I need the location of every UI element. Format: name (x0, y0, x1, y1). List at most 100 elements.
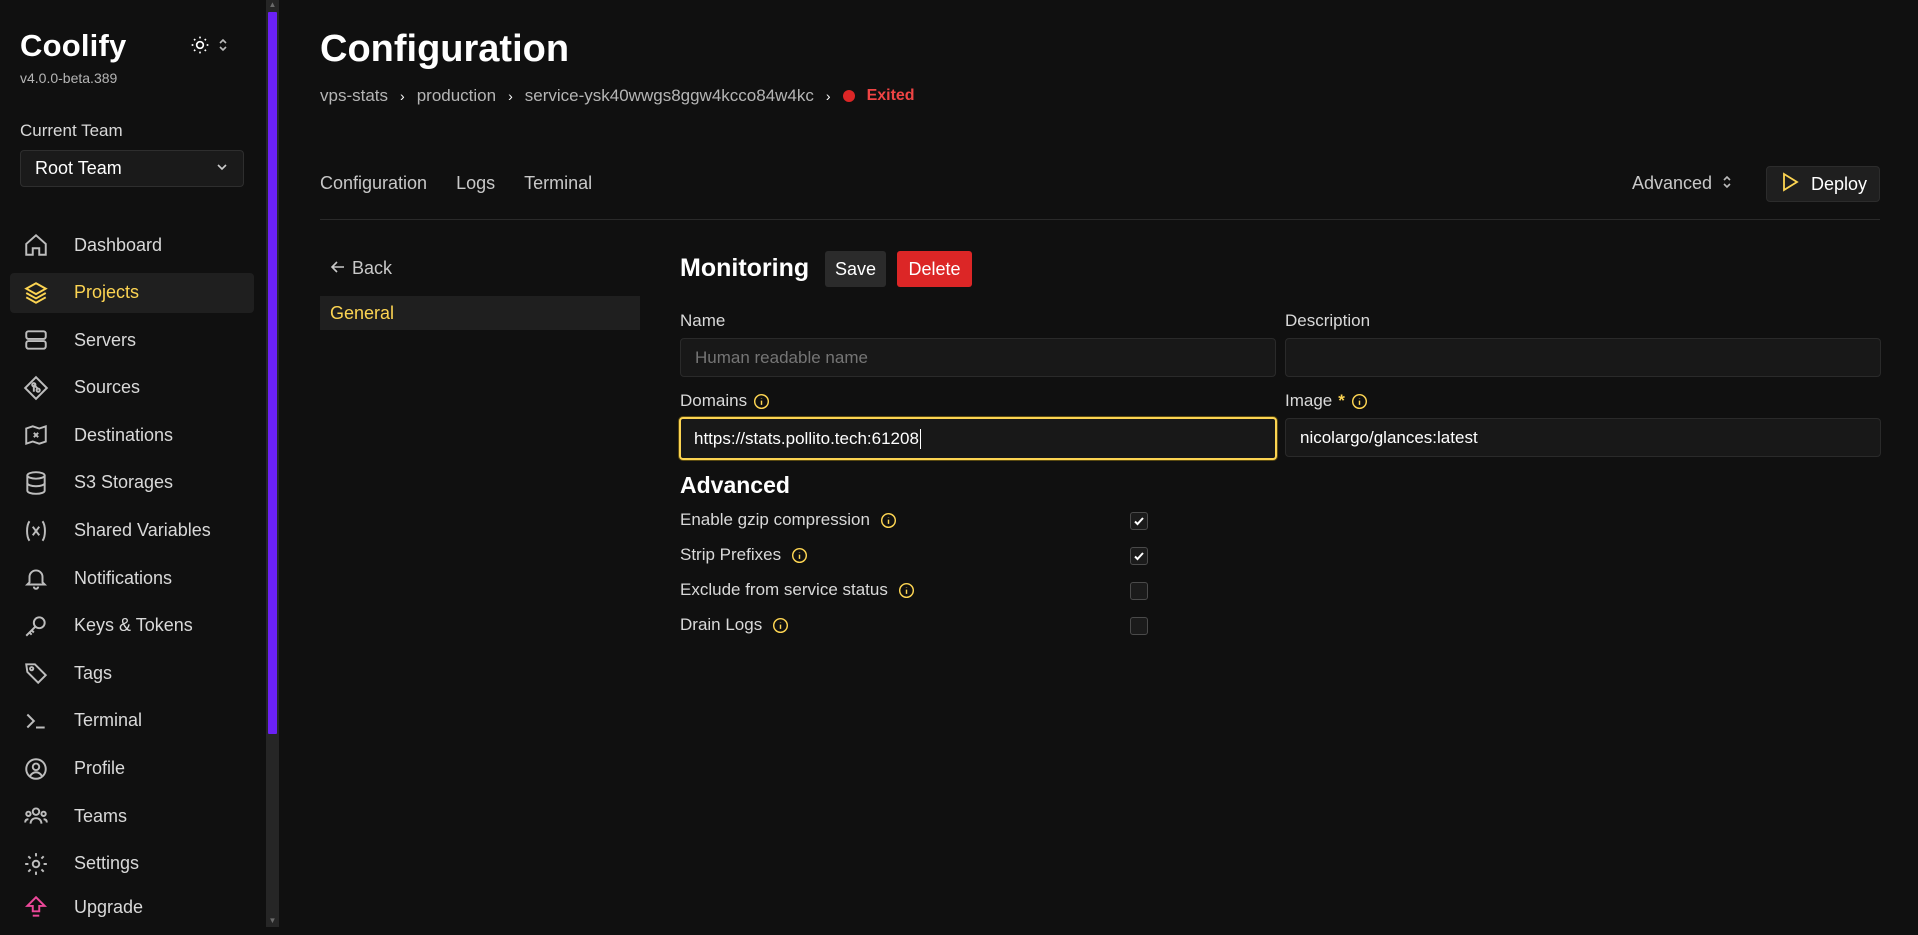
sidebar-item-upgrade[interactable]: Upgrade (10, 887, 254, 927)
sidebar-nav: Dashboard Projects Servers Sources Desti… (10, 225, 254, 935)
deploy-button[interactable]: Deploy (1766, 166, 1880, 202)
option-row-exclude-status: Exclude from service status (680, 580, 915, 600)
status-badge: Exited (842, 87, 915, 105)
deploy-label: Deploy (1811, 173, 1868, 194)
sidebar-item-keys-tokens[interactable]: Keys & Tokens (10, 606, 254, 646)
chevron-right-icon: › (508, 88, 513, 104)
breadcrumb-project[interactable]: vps-stats (320, 86, 388, 106)
chevron-updown-icon (1722, 173, 1732, 194)
sidebar-item-label: Projects (74, 282, 140, 303)
gear-icon (22, 850, 50, 878)
image-label-text: Image (1285, 391, 1333, 410)
advanced-dropdown[interactable]: Advanced (1632, 173, 1732, 194)
sidebar-scrollbar[interactable]: ▲ ▼ (266, 0, 279, 927)
sidebar-item-label: Tags (74, 662, 113, 683)
tab-terminal[interactable]: Terminal (524, 173, 592, 194)
sidebar-item-label: Shared Variables (74, 520, 211, 541)
strip-prefixes-checkbox[interactable] (1130, 547, 1148, 565)
sidebar-item-notifications[interactable]: Notifications (10, 558, 254, 598)
advanced-dropdown-label: Advanced (1632, 173, 1713, 193)
sidebar-item-label: Profile (74, 758, 126, 779)
sidebar-item-servers[interactable]: Servers (10, 320, 254, 360)
chevron-right-icon: › (400, 88, 405, 104)
sidebar-item-label: Upgrade (74, 896, 144, 917)
back-link[interactable]: Back (330, 258, 392, 279)
scroll-down-arrow[interactable]: ▼ (268, 917, 277, 925)
info-icon[interactable] (772, 617, 789, 634)
upgrade-icon (22, 893, 50, 921)
sidebar-item-projects[interactable]: Projects (10, 272, 254, 313)
info-icon[interactable] (1351, 393, 1368, 410)
exclude-status-checkbox[interactable] (1130, 582, 1148, 600)
breadcrumb: vps-stats › production › service-ysk40ww… (320, 86, 915, 106)
chevron-updown-icon (218, 38, 228, 57)
save-button[interactable]: Save (825, 251, 886, 287)
tab-bar: Configuration Logs Terminal (320, 173, 621, 194)
map-icon (22, 421, 50, 449)
scrollbar-thumb[interactable] (268, 12, 277, 734)
brand-logo-text[interactable]: Coolify (20, 28, 126, 64)
option-label: Strip Prefixes (680, 545, 782, 564)
status-text: Exited (866, 87, 915, 104)
current-team-label: Current Team (20, 121, 123, 140)
info-icon[interactable] (880, 512, 897, 529)
home-icon (22, 231, 50, 259)
domains-label-text: Domains (680, 391, 748, 410)
sidebar-item-label: Keys & Tokens (74, 615, 193, 636)
scroll-up-arrow[interactable]: ▲ (268, 1, 277, 9)
section-title: Monitoring (680, 254, 810, 282)
server-icon (22, 326, 50, 354)
git-icon (22, 374, 50, 402)
key-icon (22, 612, 50, 640)
sidebar-item-destinations[interactable]: Destinations (10, 415, 254, 455)
description-label: Description (1285, 311, 1370, 331)
header-divider (320, 219, 1880, 220)
drain-logs-checkbox[interactable] (1130, 617, 1148, 635)
option-row-gzip: Enable gzip compression (680, 510, 897, 530)
sidebar-item-label: Sources (74, 377, 141, 398)
subnav-item-general[interactable]: General (320, 296, 640, 330)
option-row-drain-logs: Drain Logs (680, 615, 789, 635)
option-label: Exclude from service status (680, 580, 888, 599)
description-input[interactable] (1285, 338, 1881, 377)
variable-icon (22, 517, 50, 545)
gzip-checkbox[interactable] (1130, 512, 1148, 530)
sidebar-item-shared-variables[interactable]: Shared Variables (10, 511, 254, 551)
sidebar-item-settings[interactable]: Settings (10, 844, 254, 884)
back-label: Back (352, 258, 393, 278)
sidebar-item-s3-storages[interactable]: S3 Storages (10, 463, 254, 503)
breadcrumb-environment[interactable]: production (417, 86, 496, 106)
required-marker: * (1338, 391, 1345, 410)
chevron-down-icon (215, 158, 229, 179)
bell-icon (22, 564, 50, 592)
sidebar-item-profile[interactable]: Profile (10, 749, 254, 789)
info-icon[interactable] (753, 393, 770, 410)
info-icon[interactable] (898, 582, 915, 599)
option-label: Enable gzip compression (680, 510, 870, 529)
tab-configuration[interactable]: Configuration (320, 173, 427, 194)
theme-toggle[interactable] (190, 34, 236, 60)
team-select[interactable]: Root Team (20, 150, 244, 187)
sidebar-item-terminal[interactable]: Terminal (10, 701, 254, 741)
name-label-text: Name (680, 311, 726, 330)
breadcrumb-service[interactable]: service-ysk40wwgs8ggw4kcco84w4kc (525, 86, 814, 106)
domains-input[interactable]: https://stats.pollito.tech:61208 (679, 417, 1277, 460)
option-row-strip-prefixes: Strip Prefixes (680, 545, 808, 565)
text-caret (919, 428, 921, 449)
sidebar-item-tags[interactable]: Tags (10, 653, 254, 693)
info-icon[interactable] (791, 547, 808, 564)
domains-input-value: https://stats.pollito.tech:61208 (694, 428, 919, 448)
image-input[interactable]: nicolargo/glances:latest (1285, 418, 1881, 457)
sidebar-item-sources[interactable]: Sources (10, 368, 254, 408)
sidebar-item-teams[interactable]: Teams (10, 796, 254, 836)
sidebar-item-dashboard[interactable]: Dashboard (10, 225, 254, 265)
name-input[interactable] (680, 338, 1276, 377)
status-dot-icon (842, 90, 855, 102)
sidebar: Coolify v4.0.0-beta.389 Current Team Roo… (0, 0, 265, 927)
page-title: Configuration (320, 28, 570, 70)
play-icon (1781, 171, 1799, 197)
tab-logs[interactable]: Logs (456, 173, 495, 194)
sidebar-item-label: Teams (74, 805, 128, 826)
delete-button[interactable]: Delete (897, 251, 972, 287)
check-icon (1134, 517, 1144, 526)
